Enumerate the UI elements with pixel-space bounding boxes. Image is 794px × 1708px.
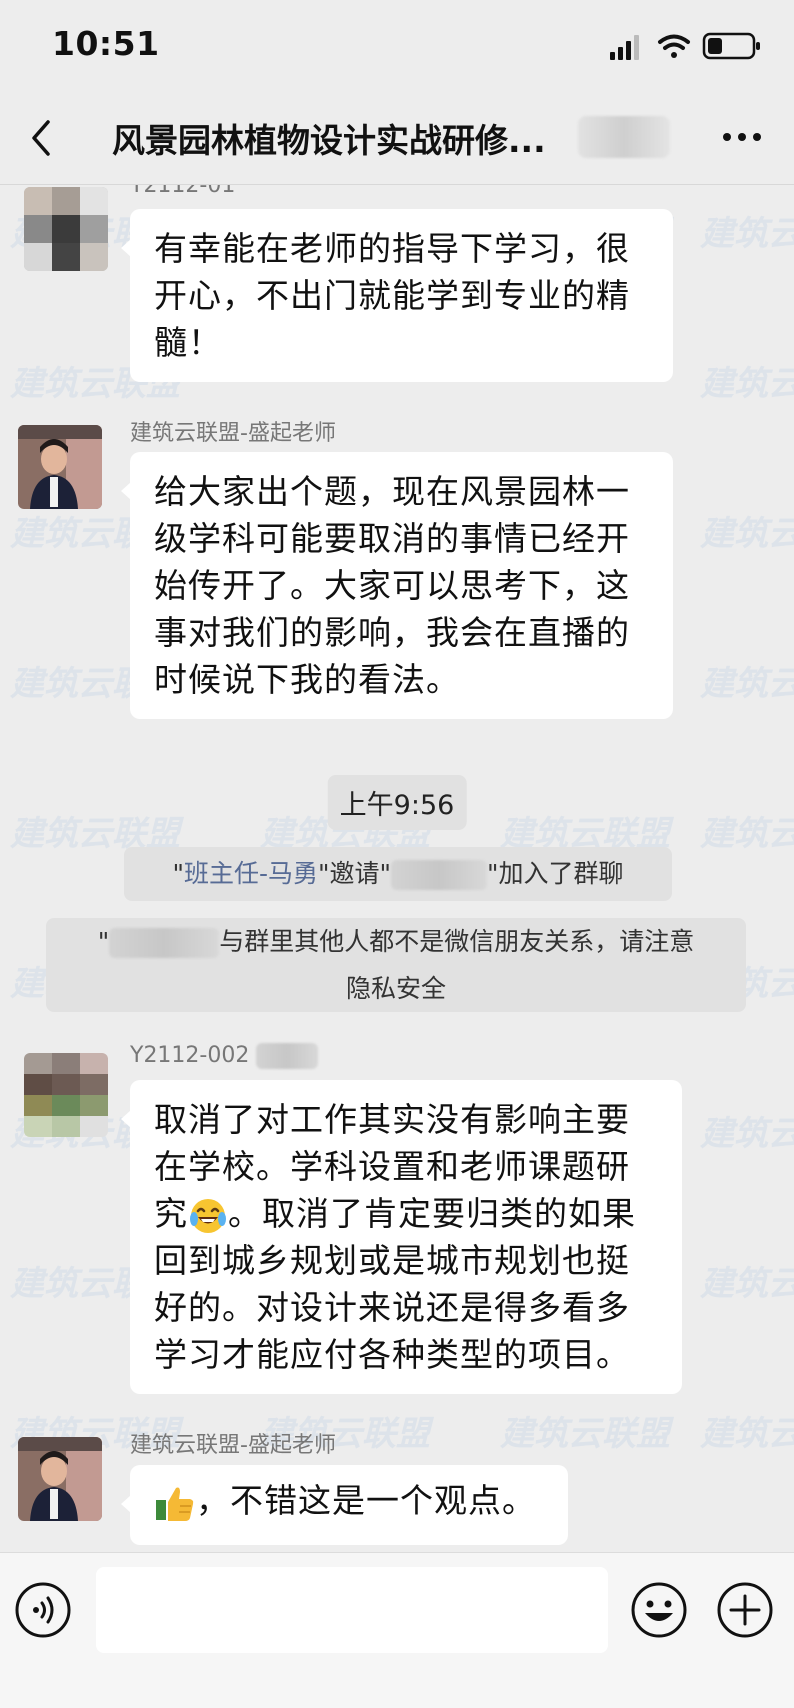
avatar-mosaic (24, 1053, 108, 1137)
message-text: ，不错这是一个观点。 (196, 1481, 536, 1520)
watermark-text: 建筑云联盟 (700, 1264, 794, 1304)
message-bubble[interactable]: 给大家出个题，现在风景园林一级学科可能要取消的事情已经开始传开了。大家可以思考下… (121, 452, 673, 719)
message-line: 究 。取消了肯定要归类的如果 (154, 1190, 658, 1237)
chat-header: 风景园林植物设计实战研修... (0, 90, 794, 185)
battery-icon (702, 32, 760, 60)
avatar[interactable] (24, 187, 108, 271)
avatar[interactable] (24, 1053, 108, 1137)
message-input[interactable] (96, 1567, 608, 1653)
message-text: 有幸能在老师的指导下学习，很开心，不出门就能学到专业的精髓！ (154, 229, 630, 362)
message-bubble[interactable]: 取消了对工作其实没有影响主要 在学校。学科设置和老师课题研 究 。取消了肯定要归… (121, 1080, 682, 1394)
watermark-text: 建筑云联盟 (500, 1414, 675, 1454)
message-line: 学习才能应付各种类型的项目。 (154, 1335, 630, 1374)
watermark-text: 建筑云联盟 (700, 214, 794, 254)
laughing-tears-emoji-icon (190, 1198, 226, 1233)
sender-name-blurred (256, 1043, 319, 1069)
member-count-blurred (578, 116, 670, 158)
message-line: 在学校。学科设置和老师课题研 (154, 1147, 630, 1186)
chat-title: 风景园林植物设计实战研修... (112, 121, 546, 160)
message-text: 。取消了肯定要归类的如果 (228, 1194, 636, 1233)
plus-icon[interactable] (716, 1581, 774, 1639)
inviter-link[interactable]: 班主任-马勇 (184, 859, 318, 888)
thumbs-up-emoji-icon (156, 1487, 194, 1521)
privacy-line-1: " 与群里其他人都不是微信朋友关系，请注意 (46, 918, 746, 965)
privacy-line-2: 隐私安全 (345, 974, 446, 1003)
avatar-photo (18, 1437, 102, 1521)
watermark-text: 建筑云联盟 (700, 1414, 794, 1454)
invitee-blurred (391, 860, 488, 890)
sender-name-text: Y2112-002 (130, 1043, 250, 1068)
timestamp: 上午9:56 (327, 775, 467, 830)
status-icons (610, 32, 760, 60)
invite-suffix: "加入了群聊 (487, 859, 624, 888)
message-bubble[interactable]: ，不错这是一个观点。 (121, 1465, 568, 1545)
privacy-quote: " (97, 927, 110, 956)
message-text: 给大家出个题，现在风景园林一级学科可能要取消的事情已经开始传开了。大家可以思考下… (154, 472, 630, 699)
voice-icon[interactable] (14, 1581, 72, 1639)
chat-area[interactable]: 建筑云联盟 建筑云联盟 建筑云联盟 建筑云联盟 建筑云联盟 建筑云联盟 建筑云联… (0, 185, 794, 1552)
system-message-invite: "班主任-马勇"邀请" "加入了群聊 (124, 847, 672, 901)
message-line: 好的。对设计来说还是得多看多 (154, 1288, 630, 1327)
invite-quote: " (172, 859, 184, 888)
sender-name: Y2112-01 (130, 185, 236, 198)
sender-name: 建筑云联盟-盛起老师 (130, 1433, 336, 1458)
avatar-mosaic (24, 187, 108, 271)
message-text: 究 (154, 1194, 188, 1233)
avatar[interactable] (18, 1437, 102, 1521)
watermark-text: 建筑云联盟 (700, 364, 794, 404)
input-bar (0, 1552, 794, 1708)
sender-name: Y2112-002 (130, 1043, 319, 1069)
avatar[interactable] (18, 425, 102, 509)
member-name-blurred (109, 928, 220, 958)
signal-icon (610, 35, 639, 60)
invite-middle: "邀请" (318, 859, 392, 888)
status-bar: 10:51 (0, 0, 794, 90)
back-icon[interactable] (26, 118, 56, 158)
sender-name: 建筑云联盟-盛起老师 (130, 421, 336, 446)
message-line: 回到城乡规划或是城市规划也挺 (154, 1241, 630, 1280)
watermark-text: 建筑云联盟 (700, 1114, 794, 1154)
message-bubble[interactable]: 有幸能在老师的指导下学习，很开心，不出门就能学到专业的精髓！ (121, 209, 673, 382)
privacy-text-1: 与群里其他人都不是微信朋友关系，请注意 (219, 927, 695, 956)
message-line: 取消了对工作其实没有影响主要 (154, 1100, 630, 1139)
watermark-text: 建筑云联盟 (700, 814, 794, 854)
status-time: 10:51 (52, 24, 160, 63)
watermark-text: 建筑云联盟 (700, 514, 794, 554)
watermark-text: 建筑云联盟 (700, 664, 794, 704)
more-dots-icon[interactable] (722, 132, 762, 142)
avatar-photo (18, 425, 102, 509)
system-message-privacy: " 与群里其他人都不是微信朋友关系，请注意 隐私安全 (46, 918, 746, 1012)
wifi-icon (658, 34, 690, 58)
emoji-icon[interactable] (630, 1581, 688, 1639)
